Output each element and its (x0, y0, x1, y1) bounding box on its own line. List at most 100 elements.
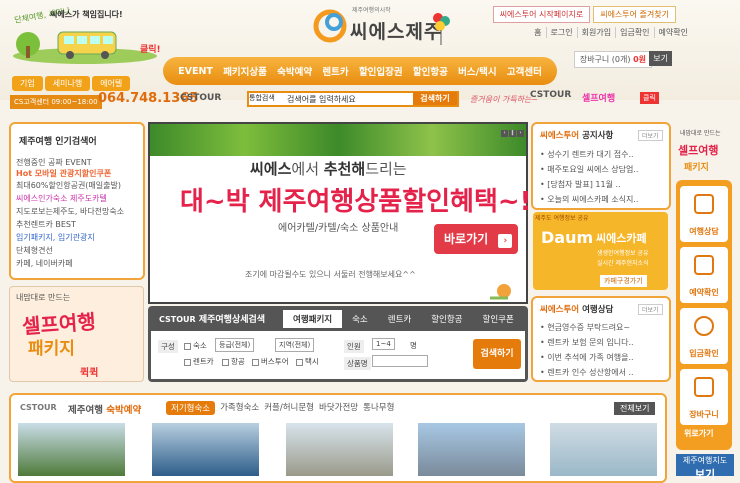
grade-select[interactable]: 등급(전체) (215, 338, 255, 352)
room-tab[interactable]: 바닷가전망 (319, 401, 358, 415)
banner-controls: ‹ ‖ › (501, 130, 524, 137)
people-select[interactable]: 1~4 (372, 338, 395, 350)
banner-headline: 대~박 제주여행상품할인혜택~! (180, 187, 532, 217)
popular-item[interactable]: 지도로보는제주도, 바다전망숙소 (16, 206, 124, 217)
tab-package[interactable]: 여행패키지 (283, 310, 343, 328)
popular-item[interactable]: 추천렌트카 BEST (16, 219, 76, 230)
banner-next-icon[interactable]: › (517, 130, 524, 137)
favorite-link[interactable]: 씨에스투어 즐겨찾기 (593, 6, 676, 23)
subtab-corp[interactable]: 기업 (12, 76, 43, 91)
room-tab[interactable]: 통나무형 (363, 401, 394, 415)
tab-flight[interactable]: 할인항공 (421, 310, 472, 328)
room-section-title: 제주여행 숙박예약 (68, 405, 142, 416)
room-view-all-button[interactable]: 전체보기 (614, 402, 656, 415)
nav-bus-taxi[interactable]: 버스/택시 (458, 64, 496, 78)
cart-view-button[interactable]: 보기 (649, 51, 672, 66)
daum-logo: Daum (541, 228, 594, 247)
join-link[interactable]: 회원가입 (576, 27, 615, 38)
subtab-airtel[interactable]: 에어텔 (92, 76, 131, 91)
popular-item[interactable]: 씨에스인가숙소 제주도카텔 (16, 193, 107, 204)
check-flight[interactable]: 항공 (222, 356, 245, 367)
popular-item[interactable]: 카페, 네이버카페 (16, 258, 73, 269)
self-ad-line1: 내맘대로 만드는 (16, 293, 71, 302)
nav-package[interactable]: 패키지상품 (223, 64, 267, 78)
jeju-map-banner[interactable]: 제주여행지도 보기 (676, 454, 734, 481)
nav-event[interactable]: EVENT (178, 66, 213, 77)
back-to-top[interactable]: 위로가기 (684, 428, 713, 439)
startpage-link[interactable]: 씨에스투어 시작페이지로 (492, 6, 591, 23)
cafe-visit-button[interactable]: 카페구경가기 (600, 275, 647, 287)
consult-more-button[interactable]: 더보기 (638, 304, 663, 315)
consult-item[interactable]: • 현금영수증 부탁드려요~ (540, 322, 630, 333)
popular-item[interactable]: Hot 모바일 관광지할인쿠폰 (16, 168, 111, 179)
home-link[interactable]: 홈 (530, 27, 545, 38)
product-search-button[interactable]: 검색하기 (473, 339, 521, 369)
product-search-body (151, 331, 525, 379)
cstour-logo: CSTOUR (180, 93, 222, 103)
checkbox-icon (296, 358, 303, 366)
tab-coupon[interactable]: 할인쿠폰 (473, 310, 524, 328)
self-ad-line3: 패키지 (28, 339, 75, 359)
notice-item[interactable]: • [당첨자 발표] 11월 .. (540, 179, 621, 190)
quick-reservation[interactable]: 예약확인 (680, 247, 728, 303)
banner-pause-icon[interactable]: ‖ (509, 130, 516, 137)
room-thumbnail[interactable] (550, 423, 657, 476)
nav-lodging[interactable]: 숙박예약 (277, 64, 312, 78)
notice-more-button[interactable]: 더보기 (638, 130, 663, 141)
room-thumbnail[interactable] (18, 423, 125, 476)
room-thumbnail[interactable] (418, 423, 525, 476)
logo-text: 씨에스제주 (350, 21, 443, 43)
checkbox-icon (184, 358, 191, 366)
consult-item[interactable]: • 렌트카 인수 성산항에서 .. (540, 367, 634, 378)
search-button[interactable]: 검색하기 (413, 92, 457, 105)
nav-rentcar[interactable]: 렌트카 (322, 64, 348, 78)
notice-item[interactable]: • 매주토요일 씨에스 상담업.. (540, 164, 638, 175)
check-lodging[interactable]: 숙소 (184, 340, 207, 351)
check-taxi[interactable]: 택시 (296, 356, 319, 367)
popular-item[interactable]: 최대60%할인항공권(매일출발) (16, 180, 121, 191)
self-travel-ad[interactable]: 셀프여행 (582, 91, 615, 104)
self-travel-side-banner[interactable]: 내맘대로 만드는 셀프여행 패키지 (674, 124, 732, 176)
consult-item[interactable]: • 렌트카 보험 문의 입니다.. (540, 337, 634, 348)
nav-support[interactable]: 고객센터 (507, 64, 542, 78)
reservation-link[interactable]: 예약확인 (653, 27, 692, 38)
checkbox-icon (252, 358, 259, 366)
label-people: 인원 (344, 340, 364, 353)
search-type-select[interactable]: 통합검색 (249, 93, 275, 103)
subtab-seminar[interactable]: 세미나행 (44, 76, 91, 91)
notice-item[interactable]: • 오늘의 씨에스카페 소식지.. (540, 194, 638, 205)
search-input[interactable]: 검색어를 입력하세요 (287, 94, 356, 105)
room-thumbnail[interactable] (286, 423, 393, 476)
banner-tree-image (150, 124, 526, 156)
quick-cart[interactable]: 장바구니 (680, 369, 728, 425)
room-tab[interactable]: 커플/허니문형 (264, 401, 314, 415)
tab-rentcar[interactable]: 렌트카 (378, 310, 421, 328)
cart-icon (694, 377, 714, 397)
product-name-input[interactable] (372, 355, 428, 367)
check-rentcar[interactable]: 렌트카 (184, 356, 214, 367)
notice-title: 씨에스투어 공지사항 (540, 131, 614, 141)
deposit-link[interactable]: 입금확인 (615, 27, 653, 38)
quick-consult[interactable]: 여행상담 (680, 186, 728, 242)
nav-ticket[interactable]: 할인입장권 (359, 64, 403, 78)
main-nav: EVENT 패키지상품 숙박예약 렌트카 할인입장권 할인항공 버스/택시 고객… (163, 57, 557, 85)
consult-item[interactable]: • 이번 추석에 가족 여행을.. (540, 352, 634, 363)
login-link[interactable]: 로그인 (545, 27, 577, 38)
room-tab[interactable]: 가족형숙소 (220, 401, 259, 415)
banner-prev-icon[interactable]: ‹ (501, 130, 508, 137)
check-bustour[interactable]: 버스투어 (252, 356, 289, 367)
room-tab[interactable]: 저기형숙소 (166, 401, 216, 415)
nav-flight[interactable]: 할인항공 (413, 64, 448, 78)
banner-go-button[interactable]: 바로가기 › (434, 224, 518, 254)
popular-item[interactable]: 전행중인 공짜 EVENT (16, 157, 92, 168)
chat-icon (694, 194, 714, 214)
notice-item[interactable]: • 성수기 렌트카 대기 접수.. (540, 149, 634, 160)
room-thumbnail[interactable] (152, 423, 259, 476)
tab-lodging[interactable]: 숙소 (342, 310, 378, 328)
popular-item[interactable]: 입기패키지, 입기관광지 (16, 232, 95, 243)
self-travel-ad-tag[interactable]: 클릭 (640, 92, 659, 104)
chevron-right-icon: › (498, 234, 513, 248)
quick-deposit[interactable]: 입금확인 (680, 308, 728, 364)
region-select[interactable]: 지역(전체) (275, 338, 315, 352)
popular-item[interactable]: 단체형견선 (16, 245, 53, 256)
